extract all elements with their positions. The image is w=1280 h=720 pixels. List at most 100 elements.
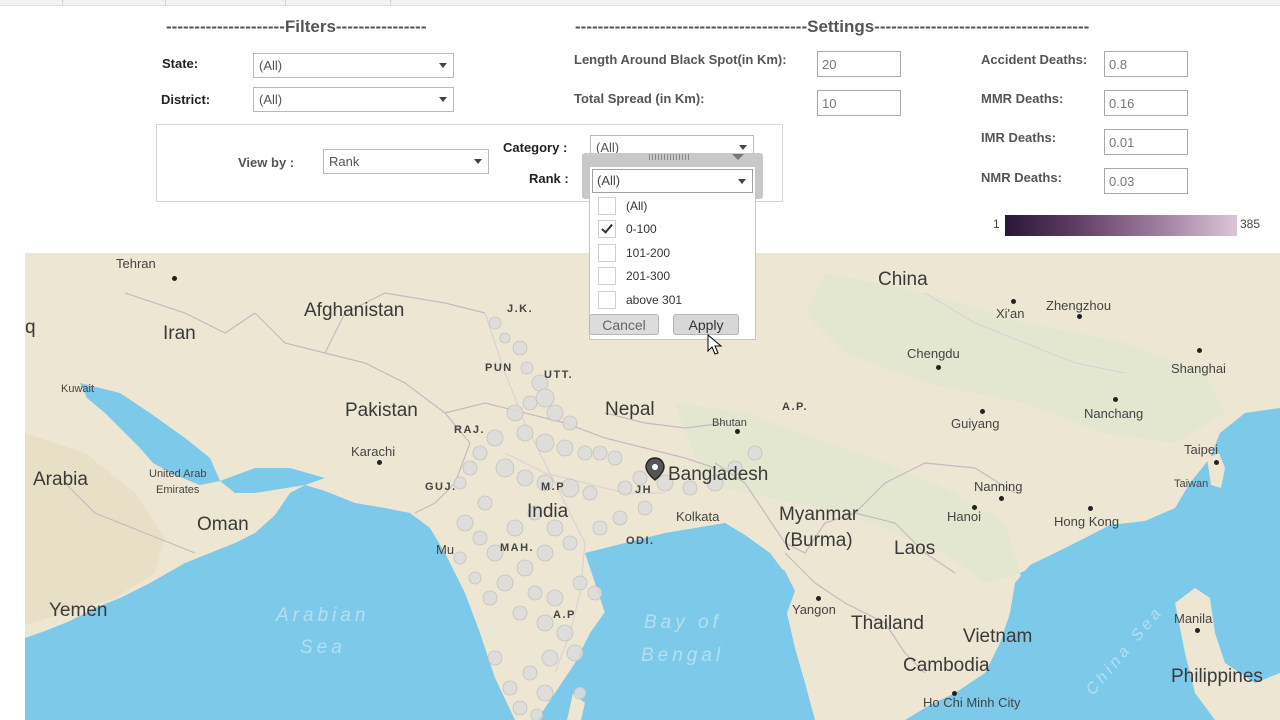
map-label-nanning: Nanning: [974, 479, 1023, 494]
rank-option-label: 201-300: [626, 269, 671, 283]
map-label-pakistan: Pakistan: [345, 400, 418, 421]
rank-option-201-300[interactable]: 201-300: [598, 266, 748, 286]
district-select[interactable]: (All): [253, 87, 454, 112]
chevron-down-icon: [732, 154, 744, 160]
map-label-myanmar: Myanmar: [779, 504, 859, 525]
city-dot: [999, 496, 1004, 501]
map-label-guiyang: Guiyang: [951, 416, 1000, 431]
city-dot: [1011, 299, 1016, 304]
city-dot: [952, 691, 957, 696]
city-dot: [1077, 314, 1082, 319]
map-label-china: China: [878, 269, 928, 290]
map-label-jk: J.K.: [507, 303, 534, 315]
length-input[interactable]: [817, 51, 901, 77]
map-label-oman: Oman: [197, 514, 249, 535]
mmr-deaths-input[interactable]: [1104, 90, 1188, 116]
drag-handle-icon[interactable]: [649, 154, 691, 160]
taiwan-land: [1207, 453, 1225, 488]
map-label-raj: RAJ.: [454, 424, 486, 436]
city-dot: [1197, 348, 1202, 353]
checkbox[interactable]: [598, 291, 616, 309]
map-label-yangon: Yangon: [792, 602, 836, 617]
map-label-chengdu: Chengdu: [907, 346, 960, 361]
map-label-kolkata: Kolkata: [676, 509, 720, 524]
map-label-guj: GUJ.: [425, 481, 457, 493]
chevron-down-icon: [474, 159, 482, 164]
mouse-cursor-icon: [707, 334, 723, 355]
map-label-thailand: Thailand: [851, 613, 924, 634]
rank-select[interactable]: (All): [592, 169, 753, 193]
rank-dropdown[interactable]: (All) (All) 0-100 101-200 201-300 above …: [582, 153, 763, 340]
district-select-value: (All): [259, 92, 283, 107]
rank-option-101-200[interactable]: 101-200: [598, 243, 748, 263]
nmr-deaths-label: NMR Deaths:: [981, 170, 1062, 185]
map-label-karachi: Karachi: [351, 444, 396, 459]
accident-deaths-label: Accident Deaths:: [981, 52, 1088, 67]
map-label-uae-2: Emirates: [156, 484, 200, 496]
chevron-down-icon: [439, 97, 447, 102]
map-label-kuwait: Kuwait: [61, 383, 95, 395]
rank-option-all[interactable]: (All): [598, 196, 748, 216]
chevron-down-icon: [739, 145, 747, 150]
map-label-odi: ODI.: [626, 535, 655, 547]
map-label-bay-of: Bay of: [644, 612, 722, 633]
category-label: Category :: [503, 140, 568, 155]
map-label-manila: Manila: [1174, 611, 1213, 626]
map-label-shanghai: Shanghai: [1171, 361, 1226, 376]
map-label-xian: Xi'an: [996, 306, 1025, 321]
map-label-nepal: Nepal: [605, 399, 655, 420]
map-label-ap-east: A.P.: [782, 401, 808, 413]
map-label-afghanistan: Afghanistan: [304, 300, 405, 321]
map-label-mah: MAH.: [500, 542, 535, 554]
map-label-burma: (Burma): [784, 530, 853, 551]
view-by-select[interactable]: Rank: [323, 149, 489, 174]
apply-button[interactable]: Apply: [673, 314, 739, 335]
map-label-q: q: [25, 317, 36, 338]
map-label-cambodia: Cambodia: [903, 655, 990, 676]
map-label-jh: JH: [635, 484, 653, 496]
map-label-uae-1: United Arab: [149, 468, 207, 480]
rank-option-above-301[interactable]: above 301: [598, 290, 748, 310]
rank-option-label: 101-200: [626, 246, 671, 260]
length-label: Length Around Black Spot(in Km):: [574, 52, 787, 67]
state-label: State:: [162, 56, 199, 71]
map-label-bengal: Bengal: [641, 645, 725, 666]
city-dot: [972, 505, 977, 510]
map-label-arabian-sea: Sea: [300, 637, 346, 658]
settings-title: ----------------------------------------…: [575, 17, 1090, 36]
map-label-hanoi: Hanoi: [947, 509, 981, 524]
top-tab-strip: [0, 0, 1280, 6]
view-by-select-value: Rank: [329, 154, 360, 169]
imr-deaths-input[interactable]: [1104, 129, 1188, 155]
map-label-arabian: Arabian: [276, 605, 370, 626]
map-label-hongkong: Hong Kong: [1054, 514, 1120, 529]
map-label-vietnam: Vietnam: [963, 626, 1033, 647]
checkbox[interactable]: [598, 244, 616, 262]
rank-option-0-100[interactable]: 0-100: [598, 219, 748, 239]
accident-deaths-input[interactable]: [1104, 51, 1188, 77]
map-label-mp: M.P: [541, 481, 566, 493]
map-label-india: India: [527, 501, 569, 522]
legend-max: 385: [1240, 217, 1261, 231]
checkmark-icon: [601, 221, 613, 234]
spread-input[interactable]: [817, 90, 901, 116]
state-select[interactable]: (All): [253, 53, 454, 78]
checkbox[interactable]: [598, 197, 616, 215]
rank-label: Rank :: [529, 171, 569, 186]
state-select-value: (All): [259, 58, 283, 73]
spread-label: Total Spread (in Km):: [574, 91, 705, 106]
map-label-hcmc: Ho Chi Minh City: [923, 695, 1021, 710]
cancel-button[interactable]: Cancel: [589, 314, 659, 335]
checkbox[interactable]: [598, 220, 616, 238]
city-dot: [377, 460, 382, 465]
chevron-down-icon: [738, 179, 746, 184]
checkbox[interactable]: [598, 267, 616, 285]
city-dot: [735, 429, 740, 434]
city-dot: [1088, 506, 1093, 511]
nmr-deaths-input[interactable]: [1104, 168, 1188, 194]
legend-min: 1: [993, 217, 1000, 231]
map-label-yemen: Yemen: [49, 600, 108, 621]
city-dot: [1113, 397, 1118, 402]
color-legend-bar: [1005, 215, 1237, 236]
chevron-down-icon: [439, 63, 447, 68]
